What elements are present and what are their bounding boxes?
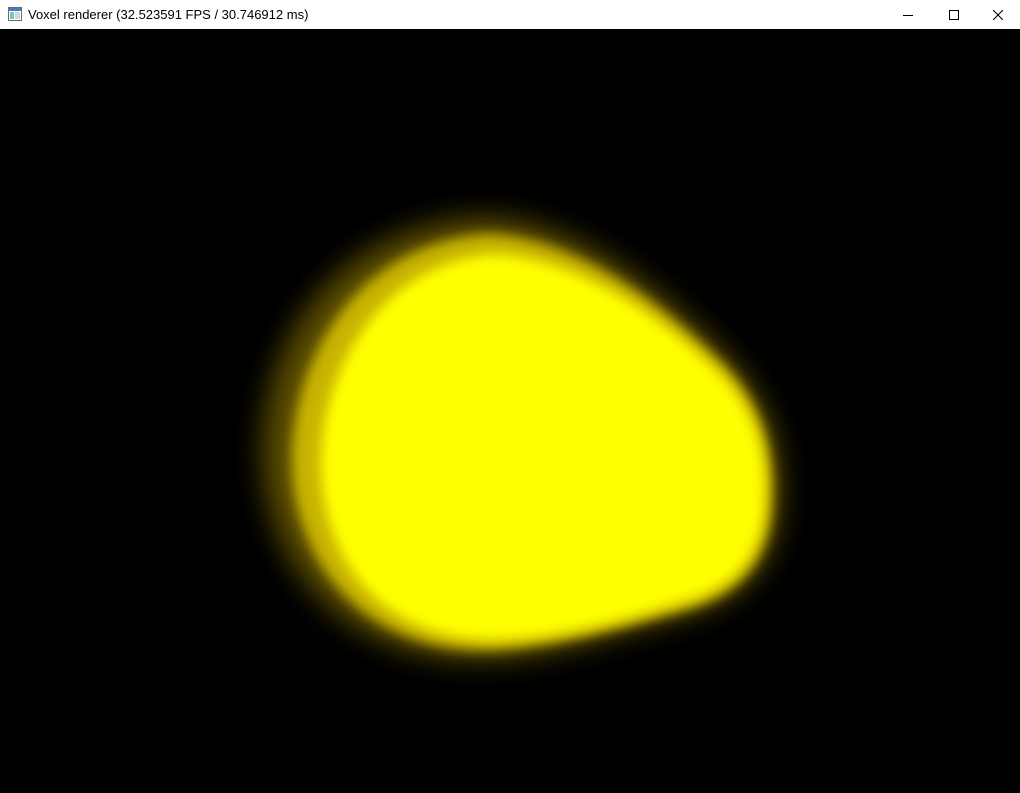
close-button[interactable] bbox=[975, 0, 1020, 29]
title-bar[interactable]: Voxel renderer (32.523591 FPS / 30.74691… bbox=[0, 0, 1020, 29]
application-window: Voxel renderer (32.523591 FPS / 30.74691… bbox=[0, 0, 1020, 793]
app-window-icon bbox=[8, 7, 22, 21]
close-icon bbox=[992, 9, 1003, 20]
maximize-button[interactable] bbox=[931, 0, 977, 29]
minimize-button[interactable] bbox=[885, 0, 931, 29]
voxel-canvas bbox=[0, 29, 1020, 793]
maximize-icon bbox=[949, 9, 959, 20]
render-viewport[interactable] bbox=[0, 29, 1020, 793]
window-title: Voxel renderer (32.523591 FPS / 30.74691… bbox=[28, 7, 309, 22]
minimize-icon bbox=[903, 14, 913, 16]
